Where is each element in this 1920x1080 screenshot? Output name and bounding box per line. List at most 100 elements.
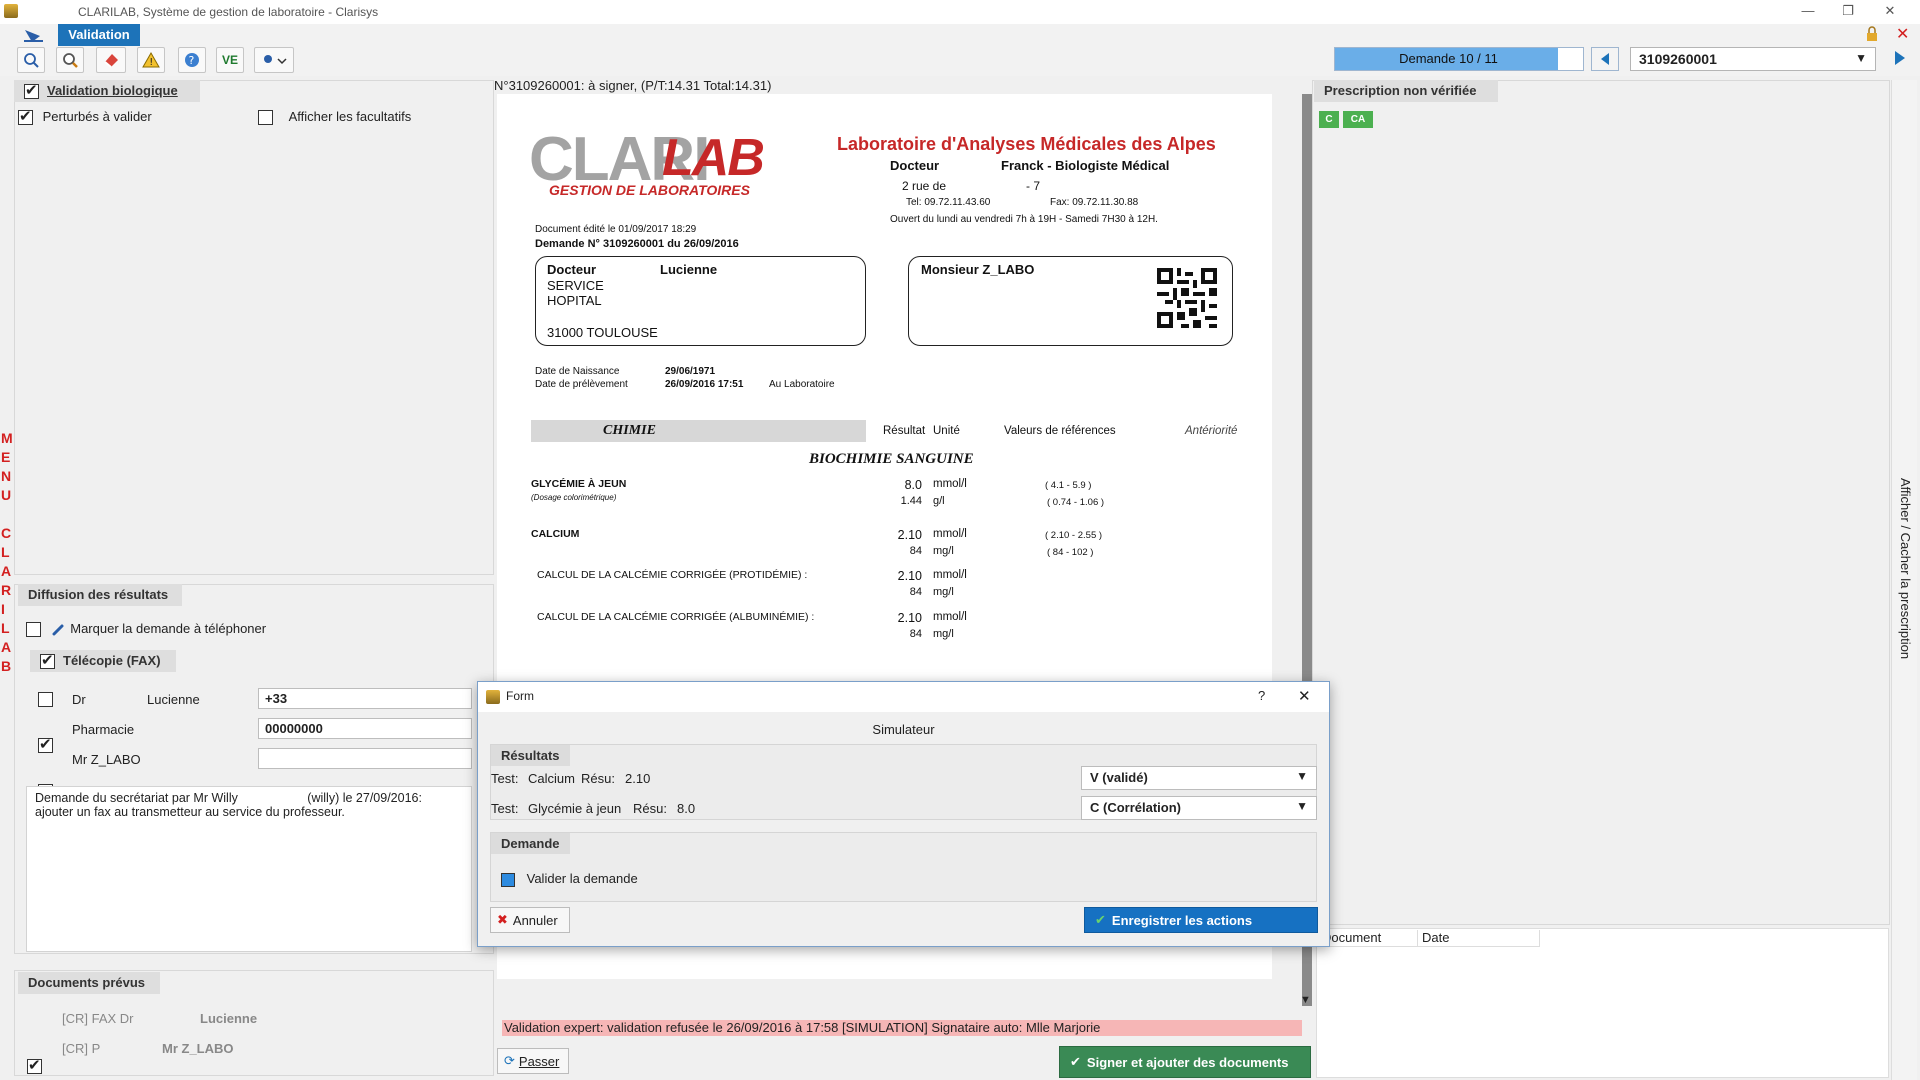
perturbed-option[interactable]: Perturbés à valider [18,107,152,126]
optional-label: Afficher les facultatifs [288,109,412,124]
validation-header-label: Validation biologique [47,83,178,98]
test-value: 2.10 [897,528,922,542]
document-checkbox[interactable] [27,1056,42,1075]
comment-area[interactable]: Demande du secrétariat par Mr Willy (wil… [26,786,472,952]
pass-label: Passer [518,1053,560,1069]
prescription-header: Prescription non vérifiée [1314,80,1498,102]
prev-demand-icon[interactable] [1591,47,1619,71]
ve-button[interactable]: VE [216,47,244,73]
optional-option[interactable]: Afficher les facultatifs [258,109,412,126]
fax-recipient-checkbox[interactable] [38,735,53,754]
test-reference-alt: ( 0.74 - 1.06 ) [1047,497,1105,508]
subsection-title: BIOCHIMIE SANGUINE [809,451,974,467]
dialog-titlebar [478,682,1329,712]
prescription-toggle-label: Afficher / Cacher la prescription [1898,478,1913,660]
perturbed-checkbox[interactable] [18,107,33,126]
col-reference: Valeurs de références [1004,425,1116,437]
zoom-fit-icon[interactable] [17,47,45,73]
close-red-icon[interactable]: ✕ [1896,24,1912,43]
results-header: Résultats [491,745,570,766]
test-reference: ( 2.10 - 2.55 ) [1045,530,1103,541]
validation-header: Validation biologique [14,80,200,102]
dialog-action-select[interactable]: V (validé) ▼ [1081,766,1317,790]
dialog-test-name: Glycémie à jeun [528,801,622,816]
validation-checkbox[interactable] [24,81,39,100]
dialog-result-label: Résu: [581,771,615,786]
menu-icon[interactable] [22,26,46,44]
fax-number-input[interactable] [258,748,472,769]
doctor-box-line4: 31000 TOULOUSE [547,325,658,340]
options-dropdown-icon[interactable] [254,47,294,73]
fax-number-input[interactable]: +33 [258,688,472,709]
test-unit: mmol/l [933,478,967,490]
prescription-panel [1312,80,1890,925]
qr-code-icon [1157,268,1217,328]
sample-place: Au Laboratoire [769,379,835,390]
lab-name: Laboratoire d'Analyses Médicales des Alp… [837,134,1216,154]
fax-number-input[interactable]: 00000000 [258,718,472,739]
side-menu-letter: E [1,449,11,465]
badge-ca[interactable]: CA [1343,111,1373,128]
help-icon[interactable]: ? [178,47,206,73]
dialog-app-icon [486,690,500,704]
save-actions-button[interactable]: ✔ Enregistrer les actions [1084,907,1318,933]
validate-demand-option[interactable]: Valider la demande [501,871,638,887]
dialog-title: Form [506,689,534,703]
test-value: 8.0 [904,478,922,492]
doctor-label: Docteur [890,158,940,173]
dialog-action-select[interactable]: C (Corrélation) ▼ [1081,796,1317,820]
sign-button[interactable]: ✔ Signer et ajouter des documents [1059,1046,1311,1078]
fax-recipient-checkbox[interactable] [38,692,53,708]
lock-icon[interactable] [1864,26,1880,42]
lab-address: 2 rue de - 7 [902,179,1041,193]
birth-label: Date de Naissance [535,366,620,377]
search-icon[interactable] [56,47,84,73]
minimize-button[interactable]: — [1798,2,1818,20]
side-menu-letter: I [1,601,5,617]
next-demand-icon[interactable] [1892,48,1912,70]
side-menu-letter: L [1,544,10,560]
scroll-down-icon[interactable]: ▼ [1300,994,1311,1006]
test-name: GLYCÉMIE À JEUN [531,478,627,490]
side-menu-letter: A [1,639,12,655]
documents-table [1316,928,1889,1078]
expert-banner: Validation expert: validation refusée le… [502,1020,1302,1036]
results-group: Résultats Test: Calcium Résu: 2.10 V (validé… [490,744,1317,820]
lab-fax: Fax: 09.72.11.30.88 [1050,197,1139,208]
dialog-help-button[interactable]: ? [1258,688,1265,703]
svg-text:?: ? [189,54,195,67]
fax-recipient-name: Mr Z_LABO [72,752,141,767]
dialog-close-button[interactable]: ✕ [1298,687,1311,705]
badge-c[interactable]: C [1319,111,1339,128]
eraser-icon[interactable] [96,47,126,73]
dialog-result-value: 2.10 [625,771,651,786]
validate-demand-checkbox[interactable] [501,872,515,887]
demand-header: Demande [491,833,570,854]
doctor-box-line2: SERVICE [547,278,604,293]
fax-checkbox[interactable] [40,651,55,670]
phone-checkbox[interactable] [26,622,41,638]
phone-option[interactable]: Marquer la demande à téléphoner [26,621,266,638]
app-icon [4,4,18,18]
tab-validation[interactable]: Validation [58,24,140,46]
test-value: 2.10 [897,611,922,625]
fax-recipient-name2: Lucienne [147,692,200,707]
section-bar [531,420,866,442]
documents-header: Documents prévus [18,972,160,994]
test-value-alt: 84 [909,545,922,557]
warning-icon[interactable]: ! [137,47,165,73]
optional-checkbox[interactable] [258,110,273,126]
col-date[interactable]: Date [1418,930,1540,947]
restore-button[interactable]: ❐ [1838,2,1858,20]
test-value-alt: 1.44 [900,495,922,507]
document-prefix: [CR] FAX Dr [62,1011,134,1026]
patient-name: Monsieur Z_LABO [921,262,1035,277]
col-document[interactable]: Document [1318,930,1418,947]
pass-button[interactable]: ⟳ Passer [497,1048,569,1074]
demand-select[interactable]: 3109260001 ▼ [1630,47,1876,71]
pass-icon: ⟳ [504,1053,515,1068]
validate-demand-label: Valider la demande [526,871,638,886]
fax-recipient-name: Pharmacie [72,722,135,737]
close-window-button[interactable]: ✕ [1880,2,1900,20]
cancel-button[interactable]: ✖ Annuler [490,907,570,933]
